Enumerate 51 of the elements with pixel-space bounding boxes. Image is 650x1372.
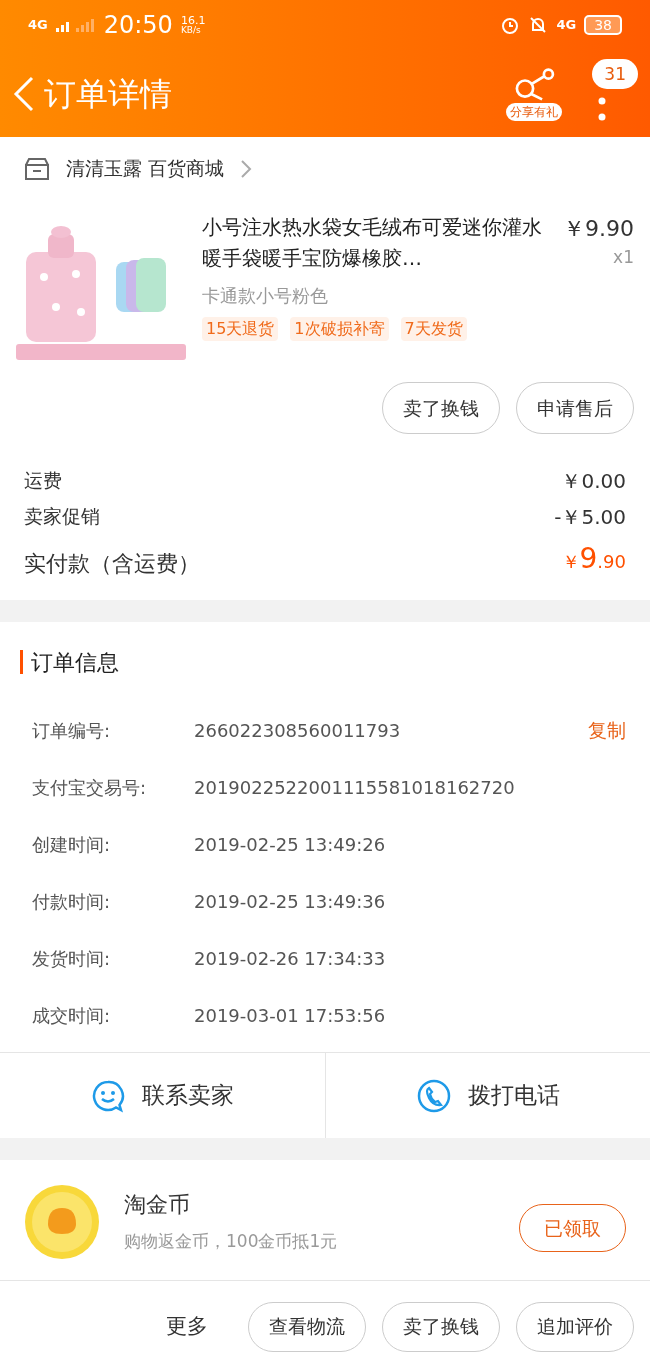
battery-indicator: 38 xyxy=(584,15,622,35)
network-indicator: 4G xyxy=(556,16,577,35)
fee-value: ￥9.90 xyxy=(561,541,626,577)
share-gift-label: 分享有礼 xyxy=(506,102,562,121)
product-price: ￥9.90 xyxy=(563,215,634,243)
fee-value: -￥5.00 xyxy=(554,504,626,531)
coin-icon xyxy=(24,1184,100,1260)
product-title[interactable]: 小号注水热水袋女毛绒布可爱迷你灌水暖手袋暖手宝防爆橡胶… xyxy=(202,212,555,274)
notification-badge: 31 xyxy=(592,58,638,89)
fee-label: 运费 xyxy=(24,468,62,493)
contact-button[interactable]: 联系卖家 xyxy=(0,1053,325,1138)
info-value: 2019-02-25 13:49:26 xyxy=(194,832,387,857)
info-value: 2019022522001115581018162720 xyxy=(194,775,516,800)
fee-label: 实付款（含运费） xyxy=(24,550,200,578)
contact-button[interactable]: 拨打电话 xyxy=(324,1053,650,1138)
store-icon xyxy=(24,156,50,181)
info-value: 2019-02-25 13:49:36 xyxy=(194,889,387,914)
action-button[interactable]: 查看物流 xyxy=(248,1301,366,1352)
shop-name[interactable]: 清清玉露 百货商城 xyxy=(66,154,225,183)
speed-unit: KB/s xyxy=(180,26,202,35)
signal-icon xyxy=(55,18,96,32)
info-value: 2019-02-26 17:34:33 xyxy=(194,946,387,971)
service-tag: 7天发货 xyxy=(400,317,467,341)
info-label: 支付宝交易号: xyxy=(32,776,148,800)
clock-time: 20:50 xyxy=(103,10,173,41)
info-label: 付款时间: xyxy=(32,890,112,914)
network-indicator: 4G xyxy=(28,16,48,35)
more-label[interactable]: 更多 xyxy=(166,1310,208,1343)
action-button[interactable]: 卖了换钱 xyxy=(382,1301,500,1352)
info-label: 订单编号: xyxy=(32,719,112,743)
info-value: 2019-03-01 17:53:56 xyxy=(194,1003,387,1028)
section-title: 订单信息 xyxy=(31,648,119,677)
coin-title: 淘金币 xyxy=(124,1191,191,1219)
alarm-icon xyxy=(500,15,521,35)
speed-value: 16.1 xyxy=(180,15,206,26)
phone-icon xyxy=(415,1077,452,1114)
action-button[interactable]: 追加评价 xyxy=(516,1301,634,1352)
chevron-right-icon[interactable] xyxy=(240,158,253,179)
info-label: 成交时间: xyxy=(32,1004,112,1028)
service-tag: 1次破损补寄 xyxy=(290,317,389,341)
coin-subtitle: 购物返金币，100金币抵1元 xyxy=(124,1230,339,1253)
fee-label: 卖家促销 xyxy=(24,504,100,529)
info-label: 发货时间: xyxy=(32,947,112,971)
product-quantity: x1 xyxy=(613,246,634,269)
info-label: 创建时间: xyxy=(32,833,112,857)
info-value: 266022308560011793 xyxy=(194,718,402,743)
product-variant: 卡通款小号粉色 xyxy=(202,284,329,308)
more-icon[interactable] xyxy=(598,96,606,123)
fee-value: ￥0.00 xyxy=(561,468,626,495)
service-tag: 15天退货 xyxy=(202,317,279,341)
page-title: 订单详情 xyxy=(44,73,172,115)
